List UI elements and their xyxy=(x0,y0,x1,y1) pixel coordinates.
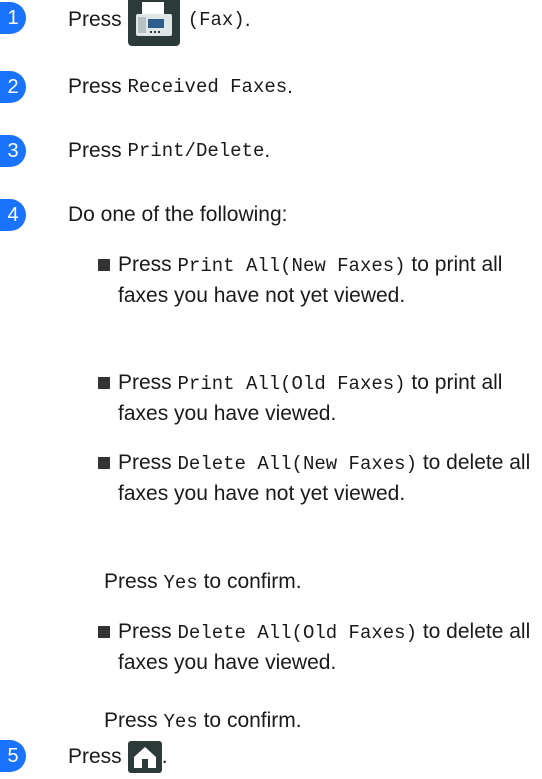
fax-code: (Fax) xyxy=(187,9,245,31)
print-all-old-code: Print All(Old Faxes) xyxy=(177,373,406,395)
step-number-4: 4 xyxy=(0,199,26,231)
received-faxes-code: Received Faxes xyxy=(127,76,288,98)
period: . xyxy=(264,139,271,162)
delete-all-old-code: Delete All(Old Faxes) xyxy=(177,622,417,644)
bullet xyxy=(98,377,110,389)
step-2-text: Press Received Faxes. xyxy=(68,71,293,103)
period: . xyxy=(287,75,294,98)
home-icon[interactable] xyxy=(127,741,162,773)
step-number-3: 3 xyxy=(0,135,26,167)
step-number-5: 5 xyxy=(0,740,26,772)
yes-code: Yes xyxy=(163,711,198,733)
option-delete-all-old: Press Delete All(Old Faxes) to delete al… xyxy=(118,620,531,674)
step-number-1: 1 xyxy=(0,2,26,34)
fax-icon-graphic xyxy=(135,2,172,36)
confirm-line-1: Press Yes to confirm. xyxy=(104,570,302,594)
press-label: Press xyxy=(68,139,122,162)
step-5-text: Press . xyxy=(68,740,168,774)
step-number-2: 2 xyxy=(0,71,26,103)
yes-code: Yes xyxy=(163,572,198,594)
print-delete-code: Print/Delete xyxy=(127,140,265,162)
press-label: Press xyxy=(68,8,122,31)
home-icon-graphic xyxy=(133,747,156,768)
option-print-all-old: Press Print All(Old Faxes) to print all … xyxy=(118,371,503,425)
confirm-line-2: Press Yes to confirm. xyxy=(104,709,302,733)
press-label: Press xyxy=(68,75,122,98)
option-print-all-new: Press Print All(New Faxes) to print all … xyxy=(118,253,503,307)
period: . xyxy=(244,8,251,31)
step-1-text: Press (Fax). xyxy=(68,0,251,48)
delete-all-new-code: Delete All(New Faxes) xyxy=(177,453,417,475)
option-delete-all-new: Press Delete All(New Faxes) to delete al… xyxy=(118,451,531,505)
press-label: Press xyxy=(68,745,122,768)
bullet xyxy=(98,259,110,271)
print-all-new-code: Print All(New Faxes) xyxy=(177,255,406,277)
step-4-text: Do one of the following: xyxy=(68,203,288,226)
bullet xyxy=(98,626,110,638)
fax-icon[interactable] xyxy=(127,0,180,46)
step-3-text: Press Print/Delete. xyxy=(68,135,270,167)
period: . xyxy=(161,745,168,768)
bullet xyxy=(98,457,110,469)
